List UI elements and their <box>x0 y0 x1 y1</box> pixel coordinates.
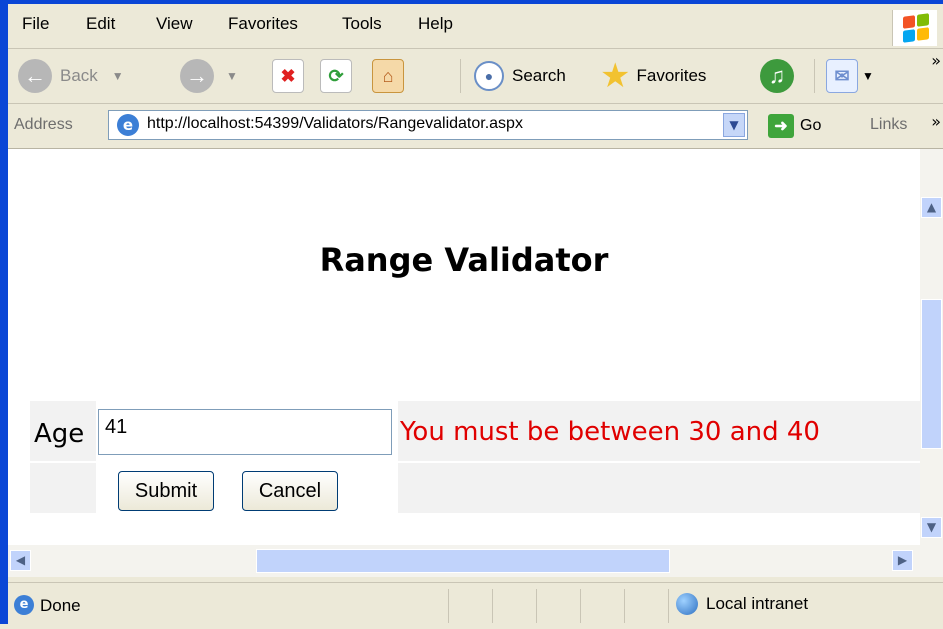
mail-button[interactable]: ✉ ▼ <box>826 55 874 97</box>
zone-label: Local intranet <box>706 594 809 613</box>
status-pane-divider <box>624 589 625 623</box>
mail-icon: ✉ <box>826 59 858 93</box>
forward-dropdown-icon: ▼ <box>226 69 238 83</box>
go-arrow-icon: ➜ <box>768 114 794 138</box>
page-title: Range Validator <box>319 241 609 279</box>
mail-dropdown-icon: ▼ <box>862 69 874 83</box>
scroll-left-icon[interactable]: ◀ <box>10 550 31 571</box>
status-pane-divider <box>536 589 537 623</box>
age-label: Age <box>34 419 85 449</box>
forward-button[interactable]: → ▼ <box>180 55 238 97</box>
scroll-up-icon[interactable]: ▲ <box>921 197 942 218</box>
links-overflow-icon[interactable]: » <box>931 112 941 131</box>
ie-page-icon: e <box>117 114 139 136</box>
browser-window: File Edit View Favorites Tools Help ← Ba… <box>0 0 943 629</box>
toolbar-overflow-icon[interactable]: » <box>931 51 941 70</box>
address-label: Address <box>14 116 73 133</box>
range-error-message: You must be between 30 and 40 <box>400 417 820 447</box>
home-button[interactable]: ⌂ <box>372 55 404 97</box>
ie-page-icon: e <box>14 595 34 615</box>
menu-bar: File Edit View Favorites Tools Help <box>8 4 943 49</box>
scroll-right-icon[interactable]: ▶ <box>892 550 913 571</box>
scroll-down-icon[interactable]: ▼ <box>921 517 942 538</box>
menu-favorites[interactable]: Favorites <box>228 14 298 34</box>
search-button[interactable]: ● Search <box>474 55 566 97</box>
stop-button[interactable]: ✖ <box>272 55 304 97</box>
menu-view[interactable]: View <box>156 14 193 34</box>
status-text: Done <box>40 596 81 615</box>
windows-logo-icon <box>892 10 937 46</box>
forward-arrow-icon: → <box>180 59 214 93</box>
star-icon: ★ <box>600 57 631 95</box>
go-button[interactable]: ➜ Go <box>768 114 821 138</box>
cancel-button[interactable]: Cancel <box>242 471 338 511</box>
button-row: Submit Cancel <box>30 463 920 513</box>
vertical-scroll-thumb[interactable] <box>921 299 942 449</box>
go-label: Go <box>800 117 822 134</box>
links-button[interactable]: Links <box>870 116 907 134</box>
vertical-scrollbar[interactable]: ▲ ▼ <box>920 149 943 545</box>
address-bar: Address e http://localhost:54399/Validat… <box>8 104 943 149</box>
menu-file[interactable]: File <box>22 14 49 34</box>
status-pane-divider <box>448 589 449 623</box>
back-dropdown-icon: ▼ <box>111 69 124 83</box>
status-pane-divider <box>492 589 493 623</box>
back-arrow-icon: ← <box>18 59 52 93</box>
status-pane-divider <box>668 589 669 623</box>
status-bar: e Done Local intranet <box>8 582 943 629</box>
favorites-label: Favorites <box>636 66 707 85</box>
intranet-globe-icon <box>676 593 698 615</box>
submit-button[interactable]: Submit <box>118 471 214 511</box>
horizontal-scroll-thumb[interactable] <box>256 549 670 573</box>
status-pane-divider <box>580 589 581 623</box>
toolbar-separator <box>814 59 815 93</box>
menu-help[interactable]: Help <box>418 14 453 34</box>
home-icon: ⌂ <box>372 59 404 93</box>
favorites-button[interactable]: ★ Favorites <box>600 55 706 97</box>
page-content: Range Validator Age 41 You must be betwe… <box>8 149 920 545</box>
search-icon: ● <box>474 61 504 91</box>
refresh-icon: ⟳ <box>320 59 352 93</box>
security-zone: Local intranet <box>676 593 808 615</box>
search-label: Search <box>512 66 566 85</box>
address-dropdown-icon[interactable]: ▼ <box>723 113 745 137</box>
media-button[interactable]: ♫ <box>760 55 794 97</box>
address-url[interactable]: http://localhost:54399/Validators/Rangev… <box>147 115 523 133</box>
refresh-button[interactable]: ⟳ <box>320 55 352 97</box>
horizontal-scrollbar[interactable]: ◀ ▶ <box>8 545 943 577</box>
back-label: Back <box>60 66 98 85</box>
menu-edit[interactable]: Edit <box>86 14 115 34</box>
menu-tools[interactable]: Tools <box>342 14 382 34</box>
back-button[interactable]: ← Back ▼ <box>18 55 124 97</box>
age-input[interactable]: 41 <box>98 409 392 455</box>
media-icon: ♫ <box>760 59 794 93</box>
stop-icon: ✖ <box>272 59 304 93</box>
toolbar-separator <box>460 59 461 93</box>
address-input[interactable]: e http://localhost:54399/Validators/Rang… <box>108 110 748 140</box>
toolbar: ← Back ▼ → ▼ ✖ ⟳ ⌂ ● Search ★ Favorites … <box>8 49 943 104</box>
